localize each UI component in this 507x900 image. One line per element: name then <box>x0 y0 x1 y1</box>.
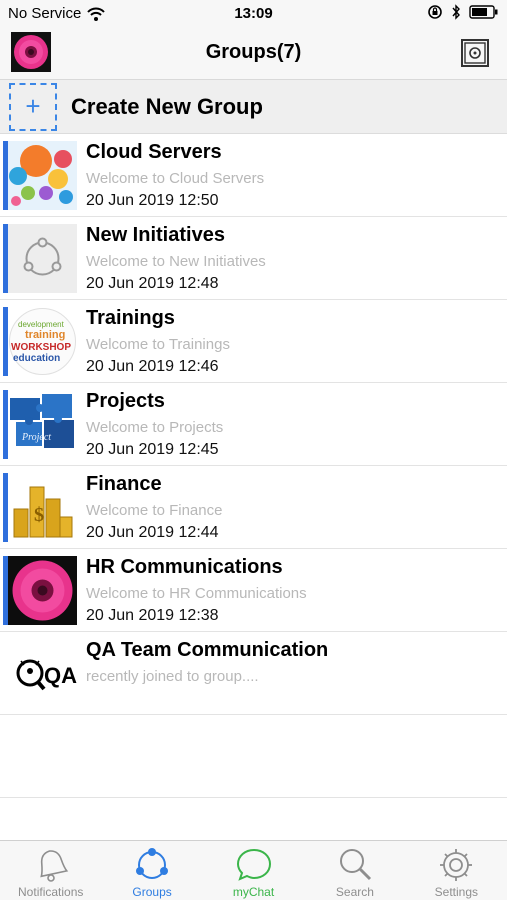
group-row-projects[interactable]: Project Projects Welcome to Projects 20 … <box>0 383 507 466</box>
tab-label: myChat <box>232 885 275 899</box>
tab-notifications[interactable]: Notifications <box>0 841 101 900</box>
gear-icon <box>440 849 473 881</box>
add-group-icon[interactable]: + <box>9 83 57 131</box>
chat-bubble-icon <box>236 848 271 881</box>
empty-list-area <box>0 715 507 798</box>
battery-icon <box>469 5 498 19</box>
group-timestamp: 20 Jun 2019 12:45 <box>86 441 219 458</box>
svg-text:$: $ <box>34 504 44 526</box>
group-row-new-initiatives[interactable]: New Initiatives Welcome to New Initiativ… <box>0 217 507 300</box>
tab-groups[interactable]: Groups <box>101 841 202 900</box>
bluetooth-icon <box>452 4 460 20</box>
tab-label: Search <box>335 885 374 899</box>
trainings-word-2: training <box>25 329 65 341</box>
safe-icon <box>461 39 489 67</box>
create-new-group-row[interactable]: + Create New Group <box>0 80 507 134</box>
group-row-qa-team-communication[interactable]: QA QA Team Communication recently joined… <box>0 632 507 715</box>
tab-label: Settings <box>434 885 478 899</box>
page-title: Groups(7) <box>205 41 302 63</box>
groups-icon <box>136 848 169 879</box>
group-name: Trainings <box>86 307 175 329</box>
tab-label: Notifications <box>18 885 84 899</box>
group-row-trainings[interactable]: development training WORKSHOP education … <box>0 300 507 383</box>
group-name: New Initiatives <box>86 224 225 246</box>
tab-settings[interactable]: Settings <box>406 841 507 900</box>
group-timestamp: 20 Jun 2019 12:48 <box>86 275 219 292</box>
tab-mychat[interactable]: myChat <box>203 841 304 900</box>
group-last-message: Welcome to New Initiatives <box>86 253 266 270</box>
group-last-message: recently joined to group.... <box>86 668 259 685</box>
trainings-word-3: WORKSHOP <box>11 342 71 353</box>
group-row-hr-communications[interactable]: HR Communications Welcome to HR Communic… <box>0 549 507 632</box>
group-row-cloud-servers[interactable]: Cloud Servers Welcome to Cloud Servers 2… <box>0 134 507 217</box>
group-circle-thumbnail <box>8 224 77 293</box>
group-name: QA Team Communication <box>86 639 329 661</box>
group-last-message: Welcome to Projects <box>86 419 224 436</box>
group-name: Projects <box>86 390 165 412</box>
tab-label: Groups <box>132 885 172 899</box>
qa-logo-text: QA <box>44 663 77 688</box>
group-last-message: Welcome to Finance <box>86 502 223 519</box>
group-last-message: Welcome to Trainings <box>86 336 230 353</box>
group-name: HR Communications <box>86 556 283 578</box>
bell-icon <box>39 850 68 882</box>
word-cloud-thumbnail: development training WORKSHOP education <box>8 307 77 376</box>
group-timestamp: 20 Jun 2019 12:50 <box>86 192 219 209</box>
group-list: Cloud Servers Welcome to Cloud Servers 2… <box>0 134 507 715</box>
group-timestamp: 20 Jun 2019 12:38 <box>86 607 219 624</box>
create-new-group-label: Create New Group <box>71 94 263 119</box>
search-icon <box>339 849 371 881</box>
group-timestamp: 20 Jun 2019 12:44 <box>86 524 219 541</box>
speech-bubbles-thumbnail <box>8 141 77 210</box>
group-row-finance[interactable]: $ Finance Welcome to Finance 20 Jun 2019… <box>0 466 507 549</box>
trainings-word-1: development <box>18 320 65 329</box>
safe-button[interactable] <box>460 38 490 68</box>
rotation-lock-icon <box>428 5 442 19</box>
projects-word: Project <box>21 432 51 443</box>
status-right <box>427 4 499 20</box>
qa-bug-logo-thumbnail: QA <box>8 639 77 708</box>
group-last-message: Welcome to HR Communications <box>86 585 307 602</box>
trainings-word-4: education <box>13 353 60 364</box>
pink-flower-thumbnail <box>8 556 77 625</box>
nav-bar: Groups(7) <box>0 28 507 80</box>
group-name: Finance <box>86 473 162 495</box>
gold-coins-thumbnail: $ <box>8 473 77 542</box>
tab-search[interactable]: Search <box>304 841 405 900</box>
tab-bar: Notifications Groups myChat Search Setti… <box>0 840 507 900</box>
status-bar: No Service 13:09 <box>0 0 507 28</box>
group-last-message: Welcome to Cloud Servers <box>86 170 265 187</box>
group-name: Cloud Servers <box>86 141 222 163</box>
group-timestamp: 20 Jun 2019 12:46 <box>86 358 219 375</box>
puzzle-thumbnail: Project <box>8 390 77 459</box>
